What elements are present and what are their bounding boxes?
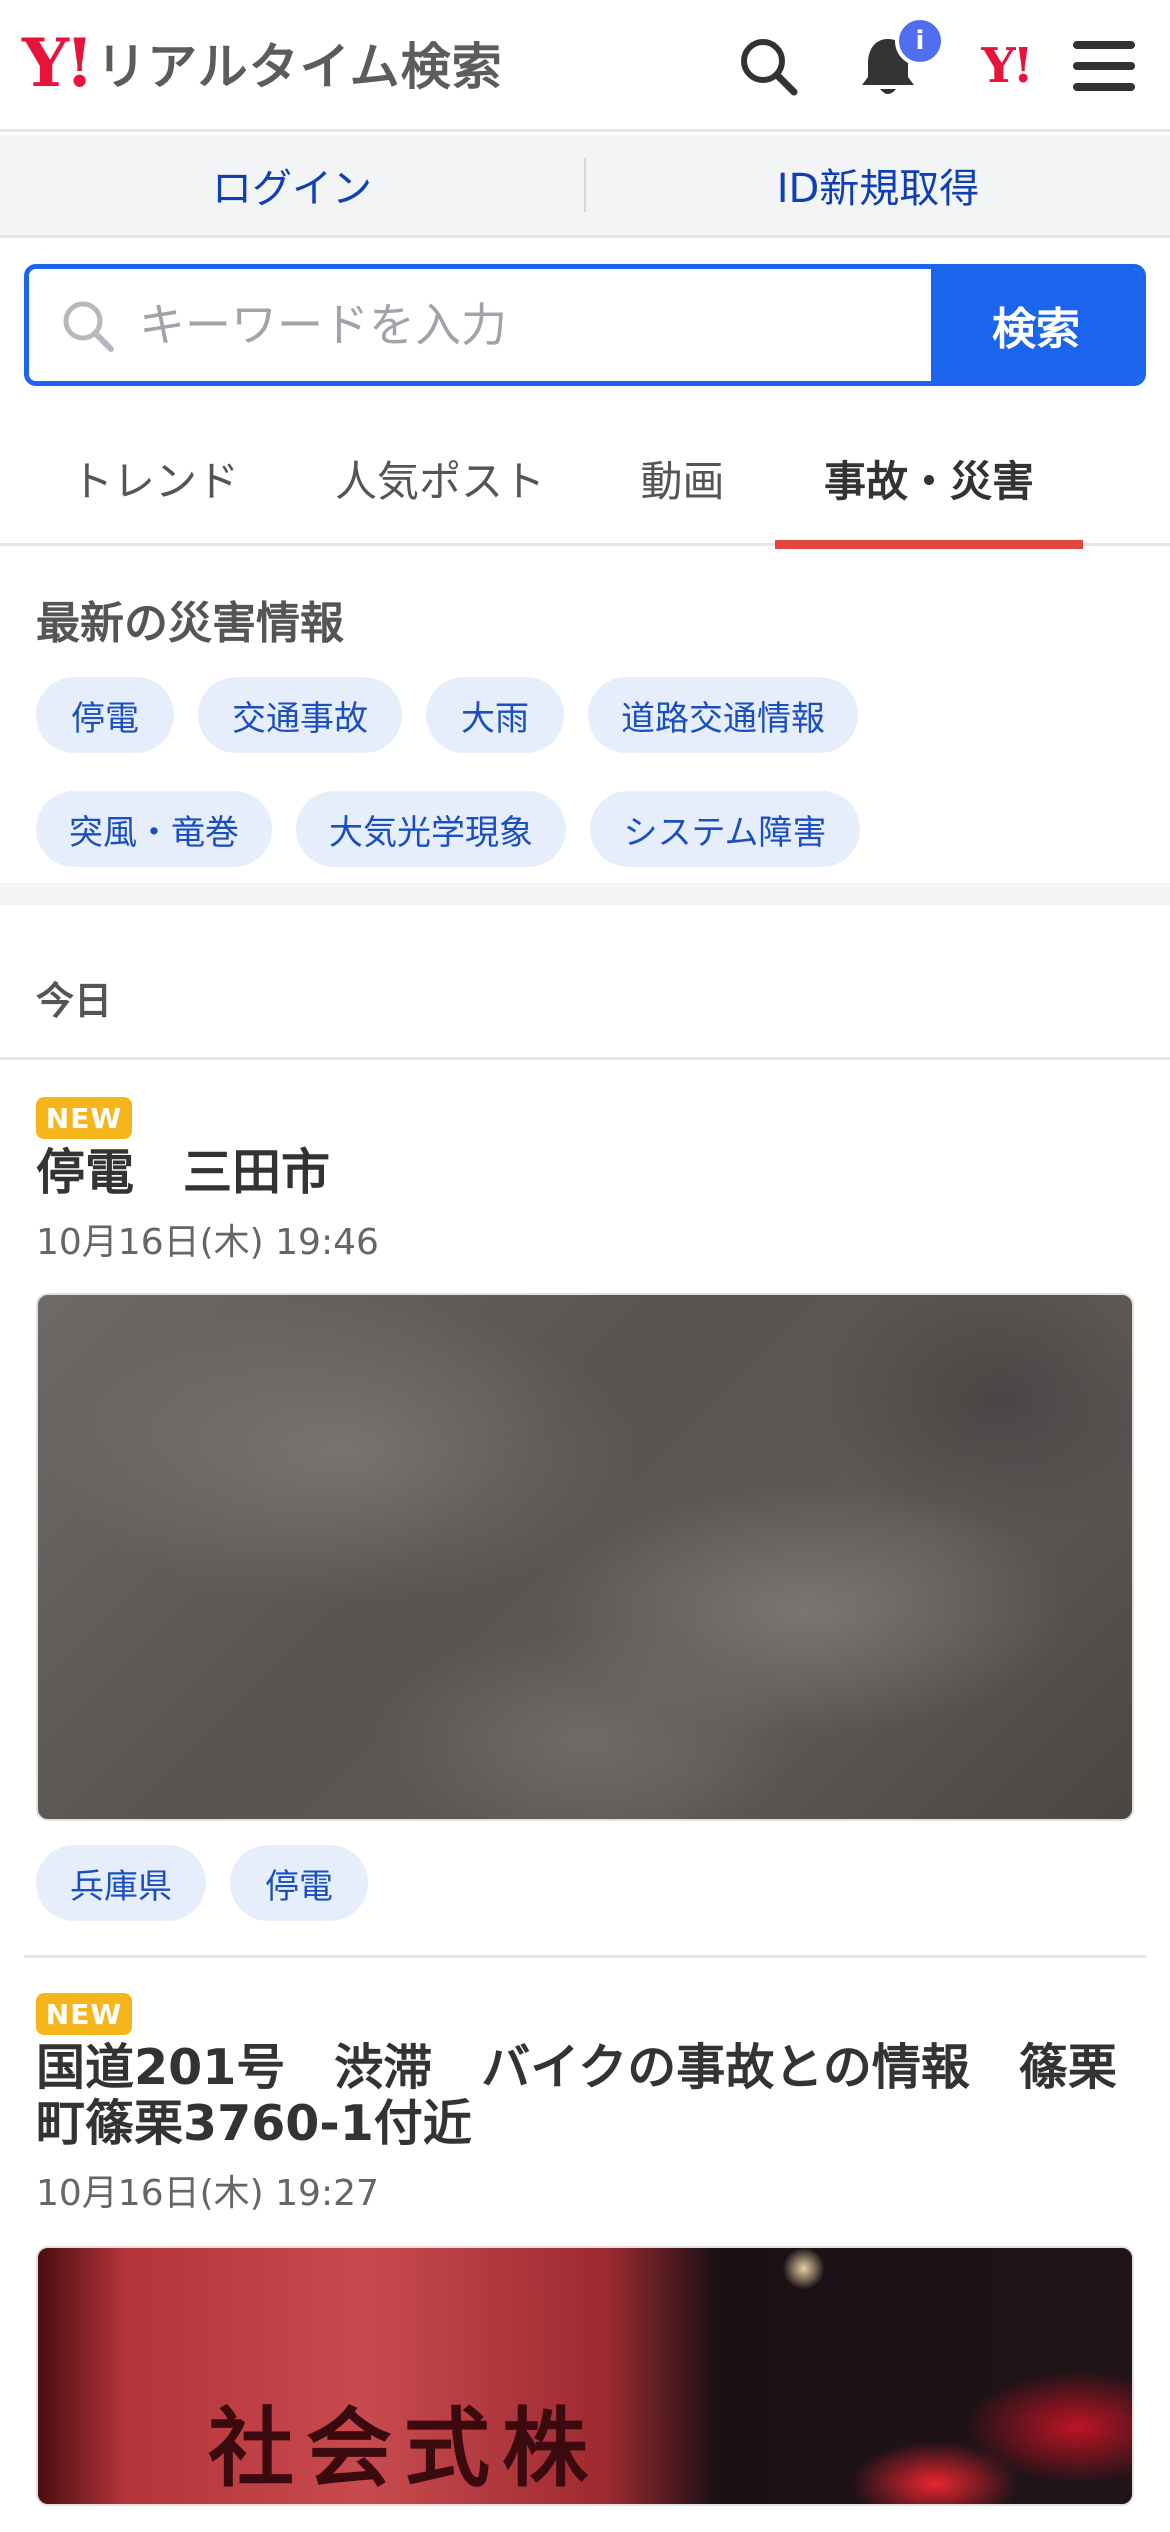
latest-disaster-section: 最新の災害情報 停電 交通事故 大雨 道路交通情報 突風・竜巻 大気光学現象 シ… [0, 549, 1170, 905]
date-group-header: 今日 [0, 930, 1170, 1060]
chip-system-failure[interactable]: システム障害 [590, 791, 860, 867]
search-field-wrapper[interactable] [29, 269, 931, 381]
login-link[interactable]: ログイン [0, 156, 584, 214]
search-box: 検索 [24, 264, 1146, 386]
article-timestamp: 10月16日(木) 19:46 [36, 1222, 379, 1263]
logo-text: リアルタイム検索 [96, 38, 503, 96]
auth-bar: ログイン ID新規取得 [0, 135, 1170, 238]
article-card[interactable]: NEW 停電 三田市 10月16日(木) 19:46 兵庫県 停電 [0, 1063, 1170, 1955]
section-title: 最新の災害情報 [36, 598, 344, 649]
category-tabs: トレンド 人気ポスト 動画 事故・災害 [0, 410, 1170, 549]
tab-accident-disaster[interactable]: 事故・災害 [775, 410, 1083, 549]
tag-hyogo[interactable]: 兵庫県 [36, 1845, 206, 1921]
yahoo-realtime-logo[interactable]: Y! リアルタイム検索 [22, 28, 503, 98]
tab-trend[interactable]: トレンド [40, 410, 270, 546]
yahoo-logo-mark: Y! [22, 24, 94, 102]
search-field-icon [63, 301, 114, 352]
signup-link[interactable]: ID新規取得 [586, 156, 1170, 214]
search-button[interactable]: 検索 [931, 269, 1141, 381]
tab-popular-posts[interactable]: 人気ポスト [320, 410, 560, 546]
search-input[interactable] [139, 298, 899, 352]
new-badge: NEW [36, 1097, 132, 1139]
chip-blackout[interactable]: 停電 [36, 677, 174, 753]
tab-video[interactable]: 動画 [610, 410, 755, 546]
article-timestamp: 10月16日(木) 19:27 [36, 2173, 379, 2214]
yj-mark: Y! [981, 38, 1033, 94]
notification-badge: i [895, 16, 945, 66]
truck-side-lettering: 社会式株 [208, 2398, 600, 2499]
date-group-label: 今日 [36, 979, 113, 1023]
chip-gust-tornado[interactable]: 突風・竜巻 [36, 791, 272, 867]
article-image[interactable]: 社会式株 [36, 2246, 1134, 2506]
new-badge: NEW [36, 1993, 132, 2035]
app-header: Y! リアルタイム検索 i Y! [0, 0, 1170, 132]
tag-blackout[interactable]: 停電 [230, 1845, 368, 1921]
search-icon[interactable] [730, 28, 806, 104]
chip-road-traffic-info[interactable]: 道路交通情報 [588, 677, 858, 753]
chip-heavy-rain[interactable]: 大雨 [426, 677, 564, 753]
article-card[interactable]: NEW 国道201号 渋滞 バイクの事故との情報 篠栗町篠栗3760-1付近 1… [0, 1958, 1170, 2532]
article-title[interactable]: 停電 三田市 [36, 1145, 1136, 1201]
chip-traffic-accident[interactable]: 交通事故 [198, 677, 402, 753]
hamburger-menu-icon[interactable] [1066, 28, 1142, 104]
article-title[interactable]: 国道201号 渋滞 バイクの事故との情報 篠栗町篠栗3760-1付近 [36, 2040, 1136, 2152]
yahoo-japan-icon[interactable]: Y! [968, 28, 1044, 104]
article-image[interactable] [36, 1293, 1134, 1821]
chip-atmospheric-optics[interactable]: 大気光学現象 [296, 791, 566, 867]
